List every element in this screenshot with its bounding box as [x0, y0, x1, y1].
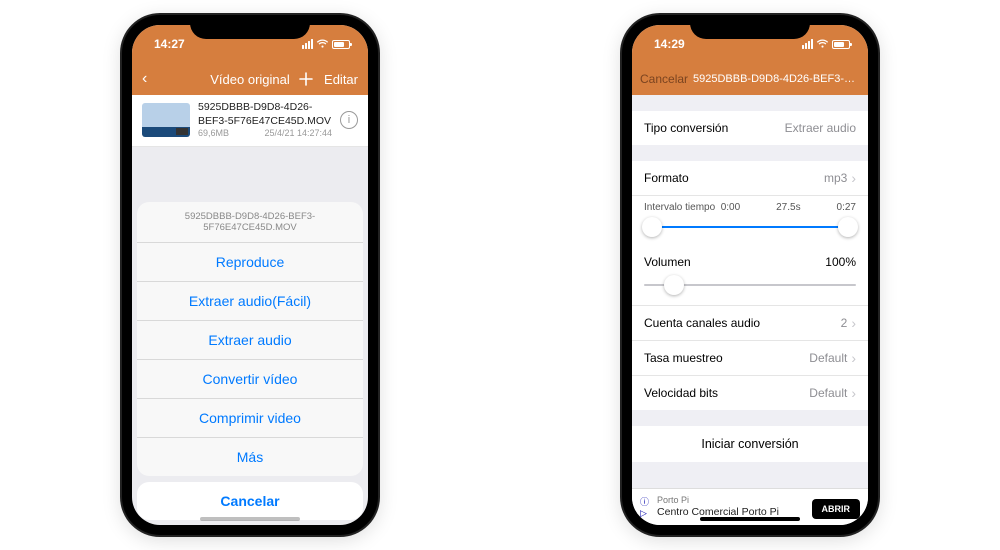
phone-right: 14:29 Cancelar 5925DBBB-D9D8-4D26-BEF3-…… — [622, 15, 878, 535]
volume-label: Volumen — [644, 255, 691, 269]
interval-duration: 27.5s — [776, 202, 800, 213]
battery-icon — [332, 40, 350, 49]
start-conversion-button[interactable]: Iniciar conversión — [632, 426, 868, 462]
row-label: Velocidad bits — [644, 386, 718, 400]
action-reproduce[interactable]: Reproduce — [137, 243, 363, 282]
signal-icon — [802, 39, 813, 49]
edit-button[interactable]: Editar — [324, 72, 358, 87]
row-channels[interactable]: Cuenta canales audio 2› — [632, 306, 868, 341]
home-indicator[interactable] — [200, 517, 300, 521]
row-bitrate[interactable]: Velocidad bits Default › — [632, 376, 868, 410]
file-name: 5925DBBB-D9D8-4D26-BEF3-5F76E47CE45D.MOV — [198, 101, 332, 128]
row-value: mp3 — [824, 171, 847, 185]
interval-slider[interactable] — [644, 217, 856, 237]
wifi-icon — [316, 39, 329, 49]
action-extract-audio[interactable]: Extraer audio — [137, 321, 363, 360]
notch — [690, 15, 810, 39]
action-convert-video[interactable]: Convertir vídeo — [137, 360, 363, 399]
cancel-button[interactable]: Cancelar — [640, 72, 688, 86]
signal-icon — [302, 39, 313, 49]
battery-icon — [832, 40, 850, 49]
back-icon[interactable]: ‹ — [142, 70, 147, 88]
notch — [190, 15, 310, 39]
info-icon[interactable]: i — [340, 111, 358, 129]
nav-title: Vídeo original — [210, 72, 290, 87]
status-time: 14:29 — [654, 37, 685, 51]
file-size: 69,6MB — [198, 128, 229, 140]
row-label: Formato — [644, 171, 689, 185]
plus-icon[interactable] — [298, 71, 314, 87]
action-sheet: 5925DBBB-D9D8-4D26-BEF3-5F76E47CE45D.MOV… — [132, 197, 368, 525]
nav-bar: ‹ Vídeo original Editar — [132, 63, 368, 95]
cancel-button[interactable]: Cancelar — [137, 482, 363, 520]
video-thumbnail — [142, 103, 190, 137]
slider-thumb-end[interactable] — [838, 217, 858, 237]
ad-line1: Porto Pi — [657, 495, 689, 505]
interval-start: 0:00 — [721, 202, 740, 213]
chevron-right-icon: › — [851, 170, 856, 186]
row-conversion-type[interactable]: Tipo conversión Extraer audio — [632, 111, 868, 145]
sheet-title: 5925DBBB-D9D8-4D26-BEF3-5F76E47CE45D.MOV — [137, 202, 363, 243]
ad-cta-button[interactable]: ABRIR — [812, 499, 861, 519]
home-indicator[interactable] — [700, 517, 800, 521]
chevron-right-icon: › — [851, 385, 856, 401]
volume-row: Volumen 100% — [632, 247, 868, 306]
row-value: Extraer audio — [785, 121, 856, 135]
interval-label: Intervalo tiempo — [644, 202, 715, 213]
nav-bar: Cancelar 5925DBBB-D9D8-4D26-BEF3-… — [632, 63, 868, 95]
adchoices-icon[interactable]: ⓘ▷ — [640, 495, 649, 519]
chevron-right-icon: › — [851, 315, 856, 331]
interval-end: 0:27 — [837, 202, 856, 213]
row-label: Tasa muestreo — [644, 351, 723, 365]
interval-slider-row: Intervalo tiempo 0:00 27.5s 0:27 — [632, 196, 868, 247]
row-format[interactable]: Formato mp3 › — [632, 161, 868, 196]
volume-value: 100% — [825, 255, 856, 269]
file-date: 25/4/21 14:27:44 — [264, 128, 332, 140]
phone-left: 14:27 ‹ Vídeo original Editar 5925DBBB-D… — [122, 15, 378, 535]
row-value: Default — [809, 386, 847, 400]
wifi-icon — [816, 39, 829, 49]
chevron-right-icon: › — [851, 350, 856, 366]
slider-thumb[interactable] — [664, 275, 684, 295]
nav-title: 5925DBBB-D9D8-4D26-BEF3-… — [692, 73, 856, 85]
row-value: Default — [809, 351, 847, 365]
action-extract-audio-easy[interactable]: Extraer audio(Fácil) — [137, 282, 363, 321]
action-compress-video[interactable]: Comprimir video — [137, 399, 363, 438]
slider-thumb-start[interactable] — [642, 217, 662, 237]
volume-slider[interactable] — [644, 275, 856, 295]
action-more[interactable]: Más — [137, 438, 363, 476]
row-value: 2 — [841, 316, 848, 330]
file-row[interactable]: 5925DBBB-D9D8-4D26-BEF3-5F76E47CE45D.MOV… — [132, 95, 368, 147]
row-sample-rate[interactable]: Tasa muestreo Default › — [632, 341, 868, 376]
status-time: 14:27 — [154, 37, 185, 51]
row-label: Tipo conversión — [644, 121, 728, 135]
row-label: Cuenta canales audio — [644, 316, 760, 330]
